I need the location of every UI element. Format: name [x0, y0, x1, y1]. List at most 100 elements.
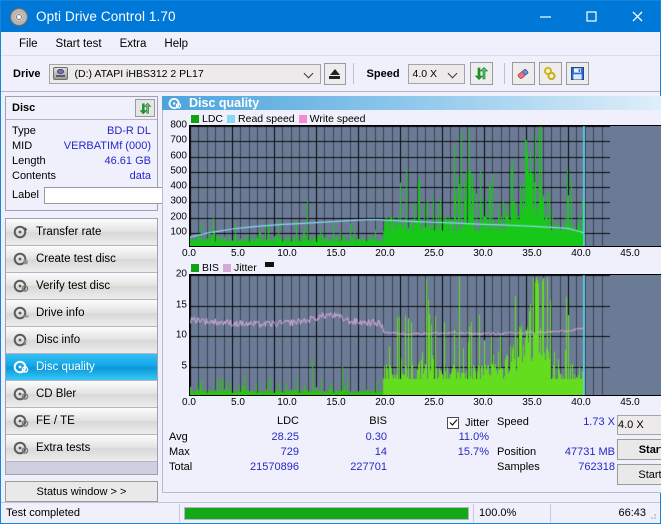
stats-jitter-max: 15.7%: [457, 446, 489, 458]
legend-label-jitter: Jitter: [233, 261, 257, 274]
axis-tick-label: 15.0: [326, 397, 346, 408]
disc-key-contents: Contents: [12, 169, 57, 182]
sidebar-item-disc-info[interactable]: Disc info: [6, 327, 157, 354]
eraser-icon: [517, 68, 529, 79]
refresh-button[interactable]: [469, 62, 493, 85]
stats-bis-avg: 0.30: [365, 431, 387, 443]
chevron-down-icon: [449, 69, 458, 78]
axis-tick-label: 200: [170, 211, 187, 222]
stats-label-position: Position: [497, 446, 537, 458]
axis-tick-label: 40.0: [571, 397, 591, 408]
cd-bler-icon: [13, 387, 29, 401]
start-full-button[interactable]: Start full: [617, 439, 661, 460]
axis-tick-label: 35.0: [522, 248, 542, 259]
bookmark-icon: [543, 66, 556, 80]
disc-key-length: Length: [12, 154, 46, 167]
stats-value-speed: 1.73 X: [583, 416, 615, 428]
bis-chart-plot[interactable]: [189, 274, 661, 396]
menu-item-extra[interactable]: Extra: [111, 35, 156, 53]
progress-percent: 100.0%: [473, 504, 551, 522]
sidebar-item-fe-te[interactable]: FE / TE: [6, 408, 157, 435]
axis-tick-label: 30.0: [473, 248, 493, 259]
sidebar-item-label: FE / TE: [36, 415, 75, 427]
bookmark-button[interactable]: [538, 62, 562, 85]
fe-te-icon: [13, 414, 29, 428]
sidebar-item-label: Drive info: [36, 307, 85, 319]
legend-label-ldc: LDC: [202, 112, 224, 125]
sidebar-item-create-test-disc[interactable]: Create test disc: [6, 246, 157, 273]
disc-refresh-button[interactable]: [135, 99, 155, 117]
axis-tick-label: 20.0: [375, 397, 395, 408]
content-panel: Disc quality LDC Read speed Write speed …: [161, 92, 661, 493]
axis-tick-label: 10: [175, 329, 187, 341]
stats-col-ldc: LDC 28.25 729 21570896: [221, 415, 309, 489]
stats-label-avg: Avg: [169, 431, 188, 443]
ldc-chart-plot[interactable]: [189, 125, 661, 247]
sidebar-item-cd-bler[interactable]: CD Bler: [6, 381, 157, 408]
stats-col-jitter: Jitter 11.0% 15.7%: [397, 415, 497, 489]
legend-marker-black: [264, 262, 274, 267]
speed-select[interactable]: 4.0 X: [407, 63, 465, 84]
disc-info-rows: Type BD-R DL MID VERBATIMf (000) Length …: [6, 120, 247, 210]
sidebar-item-transfer-rate[interactable]: Transfer rate: [6, 219, 157, 246]
close-icon[interactable]: [614, 1, 660, 32]
test-speed-select[interactable]: 4.0 X: [617, 415, 661, 435]
axis-tick-label: 35.0: [522, 397, 542, 408]
axis-tick-label: 500: [170, 165, 187, 177]
eraser-button[interactable]: [511, 62, 535, 85]
speed-keys: Speed Position Samples: [497, 415, 549, 489]
sidebar-item-verify-test-disc[interactable]: Verify test disc: [6, 273, 157, 300]
main-body: Disc Type BD-R DL MID VERBATIMf (000) Le…: [1, 92, 661, 502]
stats-header-bis: BIS: [369, 415, 387, 427]
toolbar-divider: [352, 63, 354, 84]
eject-button[interactable]: [323, 62, 346, 85]
resize-grip-icon[interactable]: [647, 510, 657, 520]
ldc-chart-row: 100200300400500600700800 2 X4 X6 X8 X10 …: [165, 120, 661, 247]
disc-value-length: 46.61 GB: [104, 154, 151, 167]
stats-value-position: 47731 MB: [564, 446, 615, 458]
bis-chart-y-axis: 5 10 15 20: [165, 269, 189, 396]
nav-spacer: [6, 462, 157, 474]
refresh-icon: [139, 102, 151, 114]
sidebar-item-label: Disc info: [36, 334, 81, 346]
app-icon: [10, 7, 28, 26]
menu-item-help[interactable]: Help: [155, 35, 197, 53]
jitter-checkbox[interactable]: [447, 416, 460, 429]
start-part-button[interactable]: Start part: [617, 464, 661, 485]
statistics-panel: Avg Max Total LDC 28.25 729 21570896 BIS…: [165, 410, 661, 492]
menu-item-start-test[interactable]: Start test: [47, 35, 111, 53]
drive-select[interactable]: (D:) ATAPI iHBS312 2 PL17: [48, 63, 321, 84]
sidebar-item-label: Extra tests: [36, 442, 91, 454]
legend-swatch-write-speed: [298, 114, 307, 123]
legend-entry-bis: BIS: [191, 262, 219, 274]
status-window-button[interactable]: Status window > >: [5, 481, 158, 502]
sidebar-item-disc-quality[interactable]: Disc quality: [6, 354, 157, 381]
sidebar-item-extra-tests[interactable]: Extra tests: [6, 435, 157, 462]
menu-bar: File Start test Extra Help: [1, 32, 660, 56]
disc-key-type: Type: [12, 124, 36, 137]
axis-tick-label: 10.0: [277, 248, 297, 259]
stats-bis-max: 14: [374, 446, 387, 458]
disc-panel: Disc Type BD-R DL MID VERBATIMf (000) Le…: [5, 96, 247, 211]
title-bar: Opti Drive Control 1.70: [1, 1, 660, 32]
axis-tick-label: 25.0: [424, 248, 444, 259]
ldc-chart-legend: LDC Read speed Write speed: [165, 112, 661, 125]
minimize-icon[interactable]: [522, 1, 568, 32]
legend-entry-jitter: Jitter: [222, 261, 257, 274]
drive-select-value: (D:) ATAPI iHBS312 2 PL17: [74, 67, 204, 80]
maximize-icon[interactable]: [568, 1, 614, 32]
stats-value-samples: 762318: [578, 461, 615, 473]
menu-item-file[interactable]: File: [10, 35, 47, 53]
disc-row-mid: MID VERBATIMf (000): [12, 138, 151, 153]
sidebar-item-drive-info[interactable]: Drive info: [6, 300, 157, 327]
stats-label-max: Max: [169, 446, 190, 458]
axis-tick-label: 5.0: [231, 248, 245, 259]
legend-swatch-ldc: [191, 114, 199, 123]
sidebar-item-label: Disc quality: [36, 361, 95, 373]
disc-label-key: Label: [12, 189, 39, 201]
axis-tick-label: 25.0: [424, 397, 444, 408]
disc-info-icon: [13, 333, 29, 347]
axis-tick-label: 400: [170, 180, 187, 192]
window-controls: [522, 1, 660, 32]
save-button[interactable]: [565, 62, 589, 85]
